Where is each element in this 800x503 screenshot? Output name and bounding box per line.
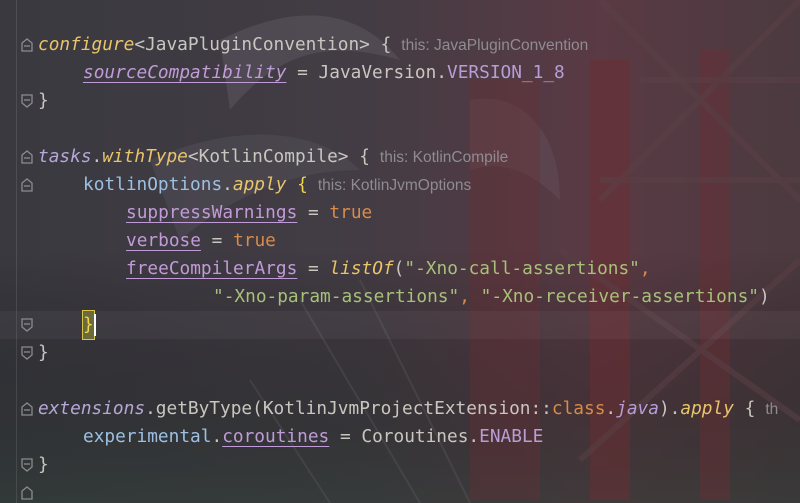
enum-constant: ENABLE: [479, 426, 544, 447]
property: coroutines: [222, 426, 330, 447]
operator: =: [297, 258, 330, 279]
type-argument: <JavaPluginConvention>: [134, 34, 370, 55]
receiver: extensions: [38, 398, 146, 419]
brace: {: [369, 34, 392, 55]
function-name: getByType: [155, 398, 253, 419]
receiver: experimental: [83, 426, 212, 447]
code-line: }: [38, 87, 49, 115]
text-caret: [93, 314, 96, 336]
brace: }: [38, 454, 49, 475]
function-name: configure: [38, 34, 135, 55]
operator: =: [329, 426, 362, 447]
dot: .: [605, 398, 617, 419]
code-editor[interactable]: configure<JavaPluginConvention> { this: J…: [0, 0, 800, 503]
function-name: apply: [232, 174, 287, 195]
operator: =: [286, 62, 319, 83]
function-name: listOf: [329, 258, 394, 279]
code-line: }: [38, 451, 49, 479]
paren: ).: [658, 398, 681, 419]
keyword: true: [329, 202, 373, 223]
code-line: kotlinOptions.apply { this: KotlinJvmOpti…: [83, 171, 471, 199]
enum-constant: VERSION_1_8: [447, 62, 565, 83]
code-line: experimental.coroutines = Coroutines.ENA…: [83, 423, 543, 451]
arguments: (KotlinJvmProjectExtension::: [252, 398, 552, 419]
code-line: "-Xno-param-assertions", "-Xno-receiver-…: [213, 283, 770, 311]
inlay-hint: this: KotlinJvmOptions: [317, 177, 472, 194]
brace: }: [38, 90, 49, 111]
code-line: extensions.getByType(KotlinJvmProjectExt…: [38, 395, 778, 423]
keyword: true: [233, 230, 276, 251]
code-line: suppressWarnings = true: [126, 199, 372, 227]
code-line-current: }: [82, 310, 96, 340]
string-literal: "-Xno-call-assertions": [404, 258, 640, 279]
paren: ): [759, 286, 770, 307]
code-line: }: [38, 339, 49, 367]
brace: {: [733, 398, 756, 419]
brace-highlighted: {: [297, 174, 308, 195]
receiver: tasks: [38, 146, 92, 167]
dot: .: [145, 398, 156, 419]
keyword: class: [551, 398, 606, 419]
brace: }: [38, 342, 49, 363]
code-line: tasks.withType<KotlinCompile> { this: Kot…: [38, 143, 508, 171]
function-name: apply: [680, 398, 734, 419]
class-name: Coroutines.: [361, 426, 480, 447]
property: java: [616, 398, 659, 419]
dot: .: [91, 146, 103, 167]
code-line: verbose = true: [126, 227, 276, 255]
type-argument: <KotlinCompile>: [187, 146, 349, 167]
brace-highlighted: }: [82, 310, 95, 340]
paren: (: [393, 258, 405, 279]
property: verbose: [126, 230, 201, 251]
function-name: withType: [102, 146, 188, 167]
inlay-hint: this: KotlinCompile: [379, 149, 509, 166]
comma: ,: [459, 286, 481, 307]
code-line: freeCompilerArgs = listOf("-Xno-call-ass…: [126, 255, 651, 283]
brace: {: [348, 146, 370, 167]
property: suppressWarnings: [126, 202, 298, 223]
property: freeCompilerArgs: [126, 258, 298, 279]
string-literal: "-Xno-param-assertions": [213, 286, 460, 307]
inlay-hint: this: JavaPluginConvention: [401, 37, 589, 54]
operator: =: [297, 202, 330, 223]
property: sourceCompatibility: [83, 62, 287, 83]
string-literal: "-Xno-receiver-assertions": [480, 286, 759, 307]
operator: =: [200, 230, 234, 251]
dot: .: [222, 174, 233, 195]
inlay-hint: th: [765, 401, 779, 418]
comma: ,: [639, 258, 651, 279]
code-line: configure<JavaPluginConvention> { this: J…: [38, 31, 588, 59]
class-name: JavaVersion.: [318, 62, 447, 83]
dot: .: [211, 426, 223, 447]
code-line: sourceCompatibility = JavaVersion.VERSIO…: [83, 59, 565, 87]
receiver: kotlinOptions: [83, 174, 223, 195]
